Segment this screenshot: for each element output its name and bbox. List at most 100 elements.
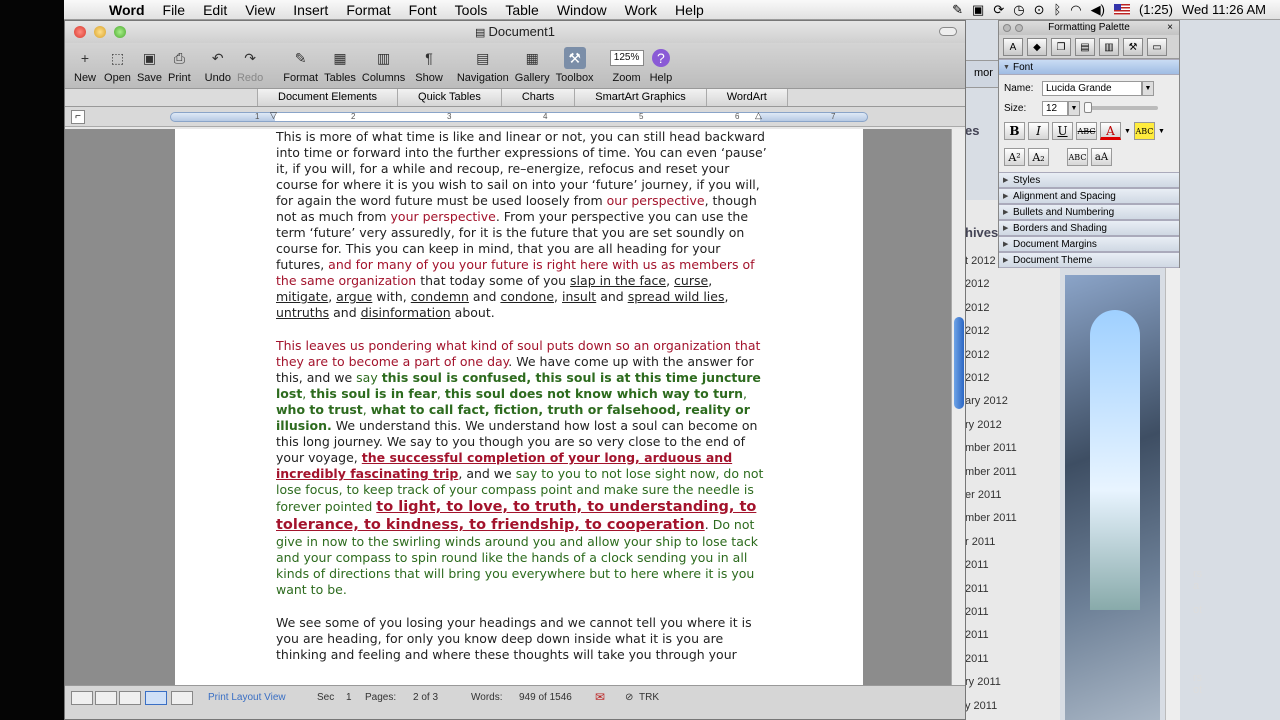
wifi-icon[interactable]: ◠ [1070,2,1081,18]
palette-section-alignment-and-spacing[interactable]: Alignment and Spacing [999,188,1179,204]
menu-insert[interactable]: Insert [284,2,337,18]
scrollbar-thumb[interactable] [954,317,964,409]
close-window-button[interactable] [74,26,86,38]
palette-section-styles[interactable]: Styles [999,172,1179,188]
menu-app[interactable]: Word [100,2,154,18]
minimize-window-button[interactable] [94,26,106,38]
menu-file[interactable]: File [154,2,195,18]
bluetooth-icon[interactable]: ᛒ [1053,2,1061,17]
toolbar-columns-button[interactable]: ▥ Columns [362,43,405,85]
outline-view-button[interactable] [95,691,117,705]
italic-button[interactable]: I [1028,122,1049,140]
ribbon-tab-charts[interactable]: Charts [500,89,576,106]
archive-link[interactable]: r 2011 [965,536,995,554]
paragraph-1[interactable]: This is more of what time is like and li… [276,129,770,321]
toolbar-toggle-button[interactable] [939,27,957,36]
menu-table[interactable]: Table [496,2,547,18]
ribbon-tab-wordart[interactable]: WordArt [705,89,788,106]
time-machine-icon[interactable]: ◷ [1013,2,1024,18]
toolbar-open-button[interactable]: ⬚ Open [104,43,131,85]
archive-link[interactable]: 2012 [965,325,989,343]
archive-link[interactable]: 2012 [965,372,989,390]
archive-link[interactable]: er 2011 [965,489,1002,507]
font-name-field[interactable]: Lucida Grande [1042,80,1142,96]
toolbar-format-button[interactable]: ✎ Format [283,43,318,85]
reference-tools-tab-icon[interactable]: ▥ [1099,38,1119,56]
scrapbook-tab-icon[interactable]: ▤ [1075,38,1095,56]
toolbar-tables-button[interactable]: ▦ Tables [324,43,356,85]
font-section-header[interactable]: Font [999,59,1179,75]
paragraph-3[interactable]: We see some of you losing your headings … [276,615,770,663]
palette-section-document-margins[interactable]: Document Margins [999,236,1179,252]
toolbar-save-button[interactable]: ▣ Save [137,43,162,85]
volume-icon[interactable]: ◀) [1091,2,1105,18]
citations-tab-icon[interactable]: ❐ [1051,38,1071,56]
vertical-scrollbar[interactable] [951,129,965,685]
toolbar-redo-button[interactable]: ↷ Redo [237,43,263,85]
tab-stop-selector[interactable]: ⌐ [71,110,85,124]
object-palette-tab-icon[interactable]: ◆ [1027,38,1047,56]
menubar-clock[interactable]: Wed 11:26 AM [1182,2,1266,17]
palette-minimize-button[interactable] [1015,24,1023,32]
palette-section-borders-and-shading[interactable]: Borders and Shading [999,220,1179,236]
archive-link[interactable]: 2012 [965,302,989,320]
menu-tools[interactable]: Tools [446,2,497,18]
toolbar-new-button[interactable]: + New [74,43,96,84]
archive-link[interactable]: ary 2012 [965,395,1008,413]
archive-link[interactable]: 2012 [965,278,989,296]
flag-icon[interactable] [1113,4,1130,15]
font-size-field[interactable]: 12 [1042,100,1068,116]
font-size-slider[interactable] [1084,102,1158,113]
strikethrough-button[interactable]: ABC [1076,122,1097,140]
subscript-button[interactable]: A₂ [1028,148,1049,166]
underline-button[interactable]: U [1052,122,1073,140]
ribbon-tab-smartart-graphics[interactable]: SmartArt Graphics [574,89,707,106]
menu-window[interactable]: Window [548,2,616,18]
projects-tab-icon[interactable]: ▭ [1147,38,1167,56]
font-color-button[interactable]: A [1100,122,1121,140]
font-name-dropdown-icon[interactable]: ▼ [1142,80,1154,96]
superscript-button[interactable]: A² [1004,148,1025,166]
print-layout-view-button[interactable] [145,691,167,705]
menu-edit[interactable]: Edit [194,2,236,18]
screen-icon[interactable]: ▣ [972,2,984,18]
document-page[interactable]: This is more of what time is like and li… [175,129,863,685]
track-changes-icon[interactable]: ⊘ [625,692,633,703]
battery-status[interactable]: (1:25) [1139,2,1173,17]
toolbar-zoom-button[interactable]: 125% Zoom [609,43,644,84]
document-body[interactable]: This is more of what time is like and li… [276,129,770,680]
archive-link[interactable]: 2011 [965,583,989,601]
left-indent-marker[interactable]: ▽ [270,110,277,121]
toolbar-show-button[interactable]: ¶ Show [415,43,443,84]
toolbar-undo-button[interactable]: ↶ Undo [205,43,231,85]
spelling-status-icon[interactable]: ✉ [595,690,605,704]
archive-link[interactable]: 2011 [965,653,989,671]
ribbon-tab-quick-tables[interactable]: Quick Tables [397,89,502,106]
notebook-view-button[interactable] [171,691,193,705]
clock-sync-icon[interactable]: ⊙ [1034,2,1045,18]
publishing-view-button[interactable] [119,691,141,705]
toolbar-help-button[interactable]: ? Help [650,43,672,84]
sync-icon[interactable]: ⟳ [993,2,1004,18]
menu-format[interactable]: Format [337,2,399,18]
compatibility-tab-icon[interactable]: ⚒ [1123,38,1143,56]
palette-section-bullets-and-numbering[interactable]: Bullets and Numbering [999,204,1179,220]
menu-view[interactable]: View [236,2,284,18]
archive-link[interactable]: 2011 [965,559,989,577]
menu-work[interactable]: Work [616,2,666,18]
bold-button[interactable]: B [1004,122,1025,140]
highlight-dropdown-icon[interactable]: ▼ [1158,128,1165,135]
paragraph-2[interactable]: This leaves us pondering what kind of so… [276,338,770,598]
palette-close-x-icon[interactable]: × [1167,21,1173,35]
toolbar-toolbox-button[interactable]: ⚒ Toolbox [556,43,594,84]
palette-section-document-theme[interactable]: Document Theme [999,252,1179,268]
formatting-palette-tab-icon[interactable]: A [1003,38,1023,56]
archive-link[interactable]: mber 2011 [965,466,1017,484]
toolbar-navigation-button[interactable]: ▤ Navigation [457,43,509,85]
font-color-dropdown-icon[interactable]: ▼ [1124,128,1131,135]
menu-font[interactable]: Font [400,2,446,18]
highlight-button[interactable]: ABC [1133,122,1155,140]
ribbon-tab-document-elements[interactable]: Document Elements [257,89,399,106]
archive-link[interactable]: 2012 [965,349,989,367]
small-caps-button[interactable]: ABC [1067,148,1088,166]
